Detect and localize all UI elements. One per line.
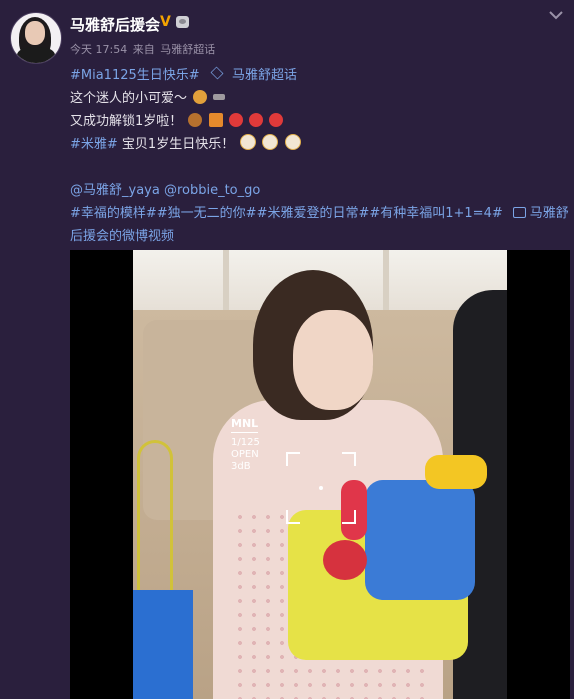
- content-line-1: #Mia1125生日快乐# 马雅舒超话: [70, 64, 570, 87]
- hud-gain: 3dB: [231, 461, 251, 472]
- verified-v-icon[interactable]: V: [160, 15, 174, 29]
- username[interactable]: 马雅舒后援会: [70, 14, 160, 35]
- super-topic-icon: [210, 66, 224, 80]
- avatar-face: [25, 21, 45, 45]
- hashtags-line: #幸福的模样##独一无二的你##米雅爱登的日常##有种幸福叫1+1=4# 马雅舒: [70, 202, 570, 225]
- hashtags[interactable]: #幸福的模样##独一无二的你##米雅爱登的日常##有种幸福叫1+1=4#: [70, 206, 503, 221]
- content-text-4: 宝贝1岁生日快乐！: [117, 137, 235, 152]
- focus-frame: [286, 452, 356, 524]
- scene-toy-yellow: [425, 455, 487, 489]
- balloon-emoji-icon: [228, 113, 243, 127]
- cake-emoji-icon: [240, 134, 257, 150]
- video-icon: [512, 207, 526, 218]
- cake-emoji-icon: [262, 134, 279, 150]
- avatar[interactable]: [10, 12, 62, 64]
- content-line-3: 又成功解锁1岁啦！: [70, 110, 570, 133]
- balloon-emoji-icon: [248, 113, 263, 127]
- video-link-part-a[interactable]: 马雅舒: [530, 206, 569, 221]
- post-meta: 今天 17:54 来自 马雅舒超话: [70, 41, 217, 57]
- more-chevron-icon[interactable]: [549, 10, 563, 20]
- scene-toy-red-knob: [323, 540, 367, 580]
- cake-emoji-icon: [284, 134, 301, 150]
- content-text-2: 这个迷人的小可爱～: [70, 91, 188, 106]
- scene-toy-blue: [365, 480, 475, 600]
- hud-aperture: OPEN: [231, 449, 259, 460]
- super-topic-link[interactable]: 马雅舒超话: [232, 68, 297, 83]
- video-frame: MNL 1/125 OPEN 3dB: [133, 250, 507, 699]
- hashtag-birthday[interactable]: #Mia1125生日快乐#: [70, 68, 200, 83]
- camera-hud: MNL 1/125 OPEN 3dB: [231, 418, 260, 473]
- avatar-body: [17, 47, 55, 63]
- post-time[interactable]: 今天 17:54: [70, 43, 127, 56]
- hud-mode: MNL: [231, 418, 259, 433]
- weibo-post: 马雅舒后援会 V 今天 17:54 来自 马雅舒超话 #Mia1125生日快乐#…: [0, 0, 574, 699]
- video-player[interactable]: MNL 1/125 OPEN 3dB: [70, 250, 570, 699]
- source-prefix: 来自: [132, 43, 155, 56]
- scene-bead-toy: [133, 590, 193, 699]
- mentions-line[interactable]: @马雅舒_yaya @robbie_to_go: [70, 179, 570, 202]
- video-link-part-b[interactable]: 后援会的微博视频: [70, 225, 570, 248]
- balloon-emoji-icon: [268, 113, 283, 127]
- hud-shutter: 1/125: [231, 437, 260, 448]
- focus-dot: [319, 486, 323, 490]
- hashtag-miya[interactable]: #米雅#: [70, 137, 118, 152]
- gift-emoji-icon: [208, 113, 223, 127]
- post-content: #Mia1125生日快乐# 马雅舒超话 这个迷人的小可爱～ 又成功解锁1岁啦！ …: [70, 64, 570, 248]
- crown-badge-icon[interactable]: [176, 16, 189, 28]
- content-line-2: 这个迷人的小可爱～: [70, 87, 570, 110]
- post-source[interactable]: 马雅舒超话: [160, 43, 215, 56]
- donut-emoji-icon: [188, 113, 203, 127]
- content-text-3: 又成功解锁1岁啦！: [70, 114, 183, 129]
- key-emoji-icon: [213, 94, 226, 100]
- scene-child-face: [293, 310, 373, 410]
- bear-emoji-icon: [193, 90, 208, 104]
- content-line-4: #米雅# 宝贝1岁生日快乐！: [70, 133, 570, 156]
